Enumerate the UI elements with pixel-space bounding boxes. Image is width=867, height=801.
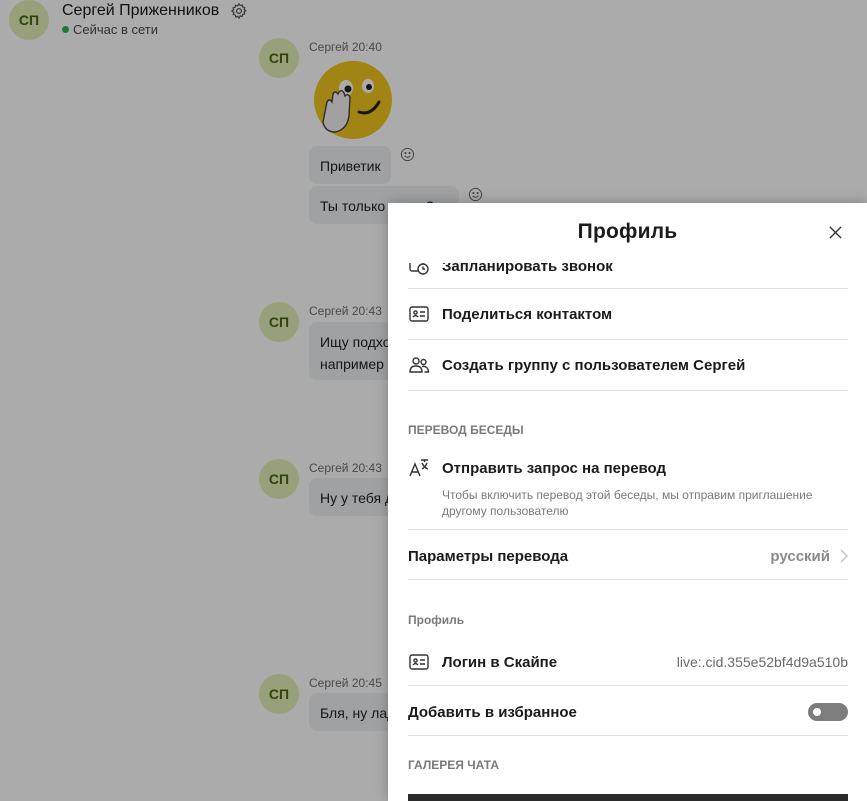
translation-section-heading: ПЕРЕВОД БЕСЕДЫ xyxy=(408,423,524,437)
skype-login-label: Логин в Скайпе xyxy=(442,653,558,671)
divider xyxy=(408,735,848,736)
request-translation-label: Отправить запрос на перевод xyxy=(442,459,667,477)
profile-panel: Профиль Запланировать звонок Поделиться … xyxy=(388,203,867,801)
divider xyxy=(408,288,848,289)
toggle-knob xyxy=(813,708,821,716)
divider xyxy=(408,529,848,530)
translation-settings-label: Параметры перевода xyxy=(408,547,569,565)
gallery-preview[interactable] xyxy=(408,794,848,801)
request-translation-action[interactable]: Отправить запрос на перевод xyxy=(408,455,848,481)
profile-section-heading: Профиль xyxy=(408,613,465,627)
group-people-icon xyxy=(409,357,430,373)
share-contact-label: Поделиться контактом xyxy=(442,305,613,323)
translation-settings-row[interactable]: Параметры перевода русский xyxy=(408,543,848,569)
gallery-section-heading: ГАЛЕРЕЯ ЧАТА xyxy=(408,758,499,772)
divider xyxy=(408,579,848,580)
close-icon[interactable] xyxy=(828,225,843,240)
chevron-right-icon xyxy=(840,549,848,563)
create-group-label: Создать группу с пользователем Сергей xyxy=(442,356,746,374)
scroll-clip xyxy=(388,255,867,263)
translation-hint: Чтобы включить перевод этой беседы, мы о… xyxy=(442,488,813,518)
skype-login-value[interactable]: live:.cid.355e52bf4d9a510b xyxy=(677,654,848,670)
skype-login-row[interactable]: Логин в Скайпе live:.cid.355e52bf4d9a510… xyxy=(408,649,848,675)
create-group-action[interactable]: Создать группу с пользователем Сергей xyxy=(408,352,848,378)
divider xyxy=(408,685,848,686)
favorites-row[interactable]: Добавить в избранное xyxy=(408,699,848,725)
contact-card-icon xyxy=(409,306,429,322)
translation-language[interactable]: русский xyxy=(770,548,848,565)
favorites-label: Добавить в избранное xyxy=(408,703,577,721)
divider xyxy=(408,390,848,391)
translate-icon xyxy=(409,459,429,477)
divider xyxy=(408,339,848,340)
translation-language-value: русский xyxy=(770,547,830,565)
favorites-toggle[interactable] xyxy=(808,703,848,721)
id-card-icon xyxy=(409,654,429,670)
panel-title: Профиль xyxy=(577,220,678,243)
share-contact-action[interactable]: Поделиться контактом xyxy=(408,301,848,327)
